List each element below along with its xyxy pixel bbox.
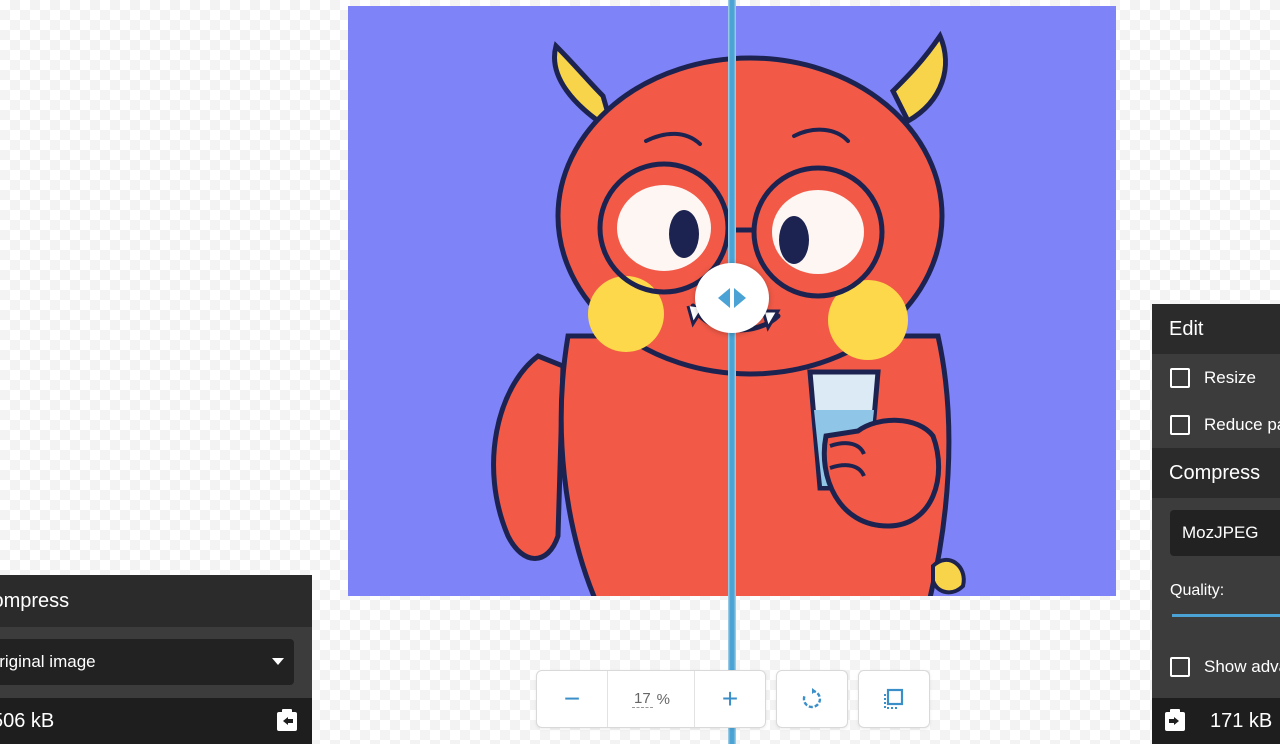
edit-header: Edit [1152, 304, 1280, 354]
divider-arrows-icon [718, 288, 730, 308]
left-method-value: Original image [0, 652, 96, 671]
rotate-icon [802, 688, 822, 709]
advanced-settings-option[interactable]: Show advanced settings [1152, 643, 1280, 690]
right-method-value: MozJPEG [1182, 523, 1259, 542]
comparison-divider[interactable] [728, 0, 736, 744]
left-results-bar: 506 kB [0, 698, 312, 744]
zoom-in-button[interactable]: + [695, 671, 765, 727]
left-method-select[interactable]: Original image [0, 639, 294, 685]
download-icon[interactable] [276, 708, 298, 732]
chevron-down-icon [272, 658, 284, 665]
divider-arrows-icon [734, 288, 746, 308]
download-icon[interactable] [1164, 708, 1186, 732]
resize-label: Resize [1204, 367, 1256, 387]
rotate-button[interactable] [776, 670, 848, 728]
resize-option[interactable]: Resize [1152, 354, 1280, 401]
right-compress-header: Compress [1152, 448, 1280, 498]
zoom-out-button[interactable]: − [537, 671, 607, 727]
left-options-panel: Compress Original image 506 kB [0, 575, 312, 744]
zoom-unit: % [656, 690, 671, 708]
advanced-settings-label: Show advanced settings [1204, 656, 1280, 676]
divider-handle[interactable] [695, 263, 769, 333]
quality-slider[interactable] [1172, 614, 1280, 617]
background-toggle-button[interactable] [858, 670, 930, 728]
left-compress-header: Compress [0, 575, 312, 627]
right-file-size: 171 kB [1210, 709, 1273, 732]
left-file-size: 506 kB [0, 709, 55, 732]
reduce-palette-checkbox[interactable] [1170, 414, 1190, 435]
zoom-number[interactable]: 17 [631, 690, 653, 708]
background-toggle-icon [884, 688, 904, 709]
zoom-controls: − 17 % + [536, 670, 766, 728]
left-compress-title: Compress [0, 589, 70, 612]
quality-label: Quality: [1170, 582, 1225, 599]
reduce-palette-label: Reduce palette [1204, 414, 1280, 434]
right-options-panel: Edit Resize Reduce palette Compress MozJ… [1152, 304, 1280, 744]
reduce-palette-option[interactable]: Reduce palette [1152, 401, 1280, 448]
zoom-value[interactable]: 17 % [607, 671, 695, 727]
right-method-select[interactable]: MozJPEG [1170, 510, 1280, 556]
right-results-bar: 171 kB [1152, 698, 1280, 744]
advanced-settings-checkbox[interactable] [1170, 656, 1190, 677]
resize-checkbox[interactable] [1170, 367, 1190, 388]
